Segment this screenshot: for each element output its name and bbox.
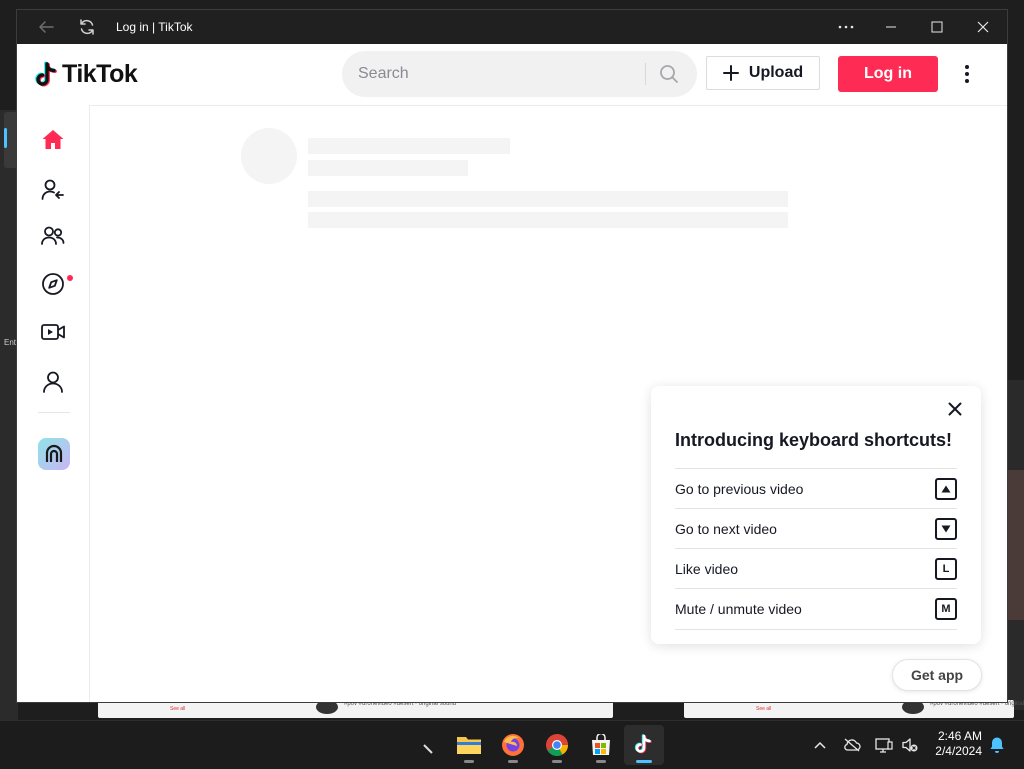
home-icon (42, 130, 64, 149)
firefox-icon (502, 734, 524, 756)
search-divider (645, 63, 646, 85)
skeleton-line (308, 212, 788, 228)
sidebar-item-friends[interactable] (37, 220, 69, 252)
sidebar-item-profile[interactable] (37, 366, 69, 398)
shortcut-label: Mute / unmute video (675, 601, 802, 617)
popup-title: Introducing keyboard shortcuts! (675, 430, 953, 450)
mouse-cursor-icon (422, 743, 434, 755)
taskbar: 2:46 AM 2/4/2024 (0, 720, 1024, 769)
shortcut-label: Go to previous video (675, 481, 804, 497)
background-video-card: See all #pov #dronevideo #desert · origin… (98, 700, 613, 718)
live-video-icon (41, 324, 65, 340)
shortcut-row: Go to next video (675, 508, 957, 549)
sidebar-item-live[interactable] (37, 316, 69, 348)
store-icon (592, 734, 610, 755)
skeleton-avatar (241, 128, 297, 184)
search-bar (342, 51, 697, 97)
cloud-offline-icon[interactable] (842, 735, 862, 755)
shortcut-row: Mute / unmute video M (675, 588, 957, 630)
keyboard-shortcuts-popup: Introducing keyboard shortcuts! Go to pr… (651, 386, 981, 644)
window-title: Log in | TikTok (116, 20, 193, 34)
vertical-dots-icon (965, 65, 969, 83)
top-header: TikTok Upload Log in (17, 44, 1007, 106)
more-menu-button[interactable] (957, 62, 977, 86)
taskbar-chrome[interactable] (537, 725, 577, 765)
running-indicator (464, 760, 474, 763)
folder-icon (457, 737, 481, 754)
running-indicator (552, 760, 562, 763)
chrome-icon (546, 734, 568, 756)
background-video-card: See all #pov #dronevideo #desert · origin… (684, 700, 1024, 718)
skeleton-line (308, 138, 510, 154)
notification-bell-icon[interactable] (987, 735, 1007, 755)
display-icon[interactable] (874, 735, 894, 755)
skeleton-line (308, 160, 468, 176)
arrow-up-key-icon (935, 478, 957, 500)
profile-icon (43, 371, 63, 393)
skeleton-line (308, 191, 788, 207)
compass-icon (42, 273, 64, 295)
shortcut-label: Go to next video (675, 521, 777, 537)
active-indicator (636, 760, 652, 763)
shortcut-key: L (935, 558, 957, 580)
sidebar-nav (17, 105, 90, 702)
friends-icon (41, 226, 65, 245)
plus-icon (722, 65, 739, 81)
taskbar-tiktok[interactable] (624, 725, 664, 765)
search-button[interactable] (652, 59, 686, 89)
system-clock[interactable]: 2:46 AM 2/4/2024 (928, 729, 982, 759)
arch-logo-icon (45, 444, 63, 462)
more-options-icon[interactable] (826, 15, 866, 39)
tiktok-note-icon (35, 60, 57, 86)
back-arrow-icon[interactable] (36, 17, 56, 37)
background-thumbnail (1006, 470, 1024, 620)
upload-button[interactable]: Upload (706, 56, 820, 90)
running-indicator (596, 760, 606, 763)
minimize-button[interactable] (871, 15, 911, 39)
search-icon (660, 65, 678, 83)
arrow-down-key-icon (935, 518, 957, 540)
login-button[interactable]: Log in (838, 56, 938, 92)
close-popup-button[interactable] (946, 400, 964, 418)
title-bar: Log in | TikTok (17, 10, 1007, 44)
search-input[interactable] (358, 63, 628, 85)
maximize-button[interactable] (917, 15, 957, 39)
refresh-icon[interactable] (77, 17, 97, 37)
volume-muted-icon[interactable] (900, 735, 920, 755)
shortcut-label: Like video (675, 561, 739, 577)
background-text: Ent (4, 338, 17, 347)
clock-date: 2/4/2024 (935, 744, 982, 758)
sidebar-item-home[interactable] (37, 124, 69, 156)
tiktok-icon (634, 734, 652, 754)
taskbar-microsoft-store[interactable] (581, 725, 621, 765)
background-window-tab (4, 112, 18, 168)
logo-text: TikTok (62, 60, 138, 88)
upload-label: Upload (748, 64, 804, 81)
close-icon (948, 402, 962, 416)
background-window-strip (0, 110, 18, 720)
sidebar-item-explore[interactable] (37, 268, 69, 300)
shortcut-row: Go to previous video (675, 468, 957, 509)
taskbar-firefox[interactable] (493, 725, 533, 765)
get-app-button[interactable]: Get app (892, 659, 982, 691)
sidebar-creator-avatar[interactable] (38, 438, 70, 470)
close-window-button[interactable] (963, 15, 1003, 39)
notification-dot (67, 275, 73, 281)
running-indicator (508, 760, 518, 763)
taskbar-file-explorer[interactable] (449, 725, 489, 765)
app-window: Log in | TikTok TikTok Search Upload Log… (17, 10, 1007, 702)
tiktok-logo[interactable]: TikTok (33, 60, 138, 89)
clock-time: 2:46 AM (937, 729, 982, 743)
sidebar-divider (38, 412, 70, 413)
sidebar-item-following[interactable] (37, 174, 69, 206)
chevron-up-icon[interactable] (810, 735, 830, 755)
shortcut-key: M (935, 598, 957, 620)
following-icon (41, 179, 64, 200)
shortcut-row: Like video L (675, 548, 957, 589)
